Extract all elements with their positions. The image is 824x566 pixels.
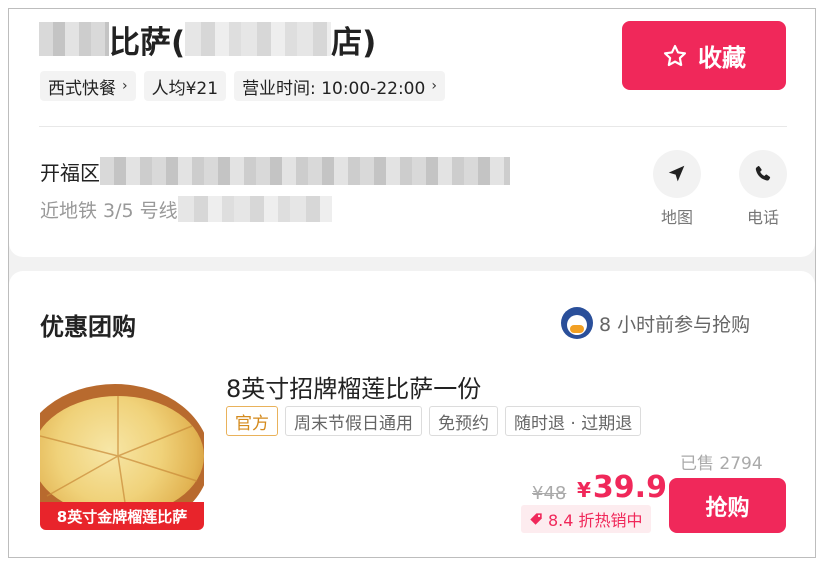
sold-count: 已售 2794 xyxy=(680,454,763,474)
pizza-slices xyxy=(40,396,198,516)
favorite-label: 收藏 xyxy=(698,44,746,72)
current-price: ¥ 39.9 xyxy=(577,470,667,505)
recent-activity-text: 8 小时前参与抢购 xyxy=(599,313,751,336)
address-line[interactable]: 开福区 xyxy=(40,156,510,186)
divider xyxy=(39,126,787,127)
phone-icon xyxy=(739,150,787,198)
chevron-right-icon: › xyxy=(431,78,437,94)
buy-button[interactable]: 抢购 xyxy=(669,478,786,533)
redacted-text xyxy=(177,196,332,222)
tag-category[interactable]: 西式快餐 › xyxy=(40,71,136,101)
original-price: ¥48 xyxy=(532,483,567,504)
metro-line: 近地铁 3/5 号线 xyxy=(40,195,332,223)
discount-badge: 8.4 折热销中 xyxy=(521,505,651,533)
chevron-right-icon: › xyxy=(122,78,128,94)
tag-avg-price: 人均¥21 xyxy=(143,71,227,101)
redacted-text xyxy=(39,22,109,56)
shop-tags: 西式快餐 › 人均¥21 营业时间: 10:00-22:00 › xyxy=(40,71,445,101)
section-title: 优惠团购 xyxy=(40,313,136,341)
shop-name-part: 店) xyxy=(331,24,377,61)
tag-business-hours[interactable]: 营业时间: 10:00-22:00 › xyxy=(234,71,445,101)
tag-official: 官方 xyxy=(226,406,278,436)
map-label: 地图 xyxy=(660,208,693,227)
recent-participants: 8 小时前参与抢购 xyxy=(561,307,750,339)
shop-name: 比萨( 店) xyxy=(39,19,377,61)
map-button[interactable]: 地图 xyxy=(645,150,709,228)
redacted-text xyxy=(185,22,332,56)
shop-info-card: 比萨( 店) 收藏 西式快餐 › 人均¥21 营业时间: 10:00-22:00… xyxy=(9,9,815,257)
deal-tags: 官方 周末节假日通用 免预约 随时退 · 过期退 xyxy=(226,406,642,436)
metro-info: 近地铁 3/5 号线 xyxy=(40,199,178,222)
image-banner: 8英寸金牌榴莲比萨 xyxy=(40,502,204,530)
navigate-icon xyxy=(653,150,701,198)
deal-title[interactable]: 8英寸招牌榴莲比萨一份 xyxy=(226,369,481,404)
tag-refund: 随时退 · 过期退 xyxy=(505,406,642,436)
phone-label: 电话 xyxy=(746,208,779,227)
tag-weekend: 周末节假日通用 xyxy=(285,406,422,436)
star-icon xyxy=(663,44,687,66)
deal-image[interactable]: 8英寸金牌榴莲比萨 xyxy=(40,366,204,530)
address-district: 开福区 xyxy=(40,160,100,185)
tag-icon xyxy=(530,513,542,525)
page-frame: 比萨( 店) 收藏 西式快餐 › 人均¥21 营业时间: 10:00-22:00… xyxy=(8,8,816,558)
favorite-button[interactable]: 收藏 xyxy=(622,21,786,90)
redacted-text xyxy=(100,157,510,185)
avatar xyxy=(561,307,593,339)
shop-name-part: 比萨( xyxy=(109,24,186,61)
tag-no-reservation: 免预约 xyxy=(429,406,498,436)
phone-button[interactable]: 电话 xyxy=(731,150,795,228)
